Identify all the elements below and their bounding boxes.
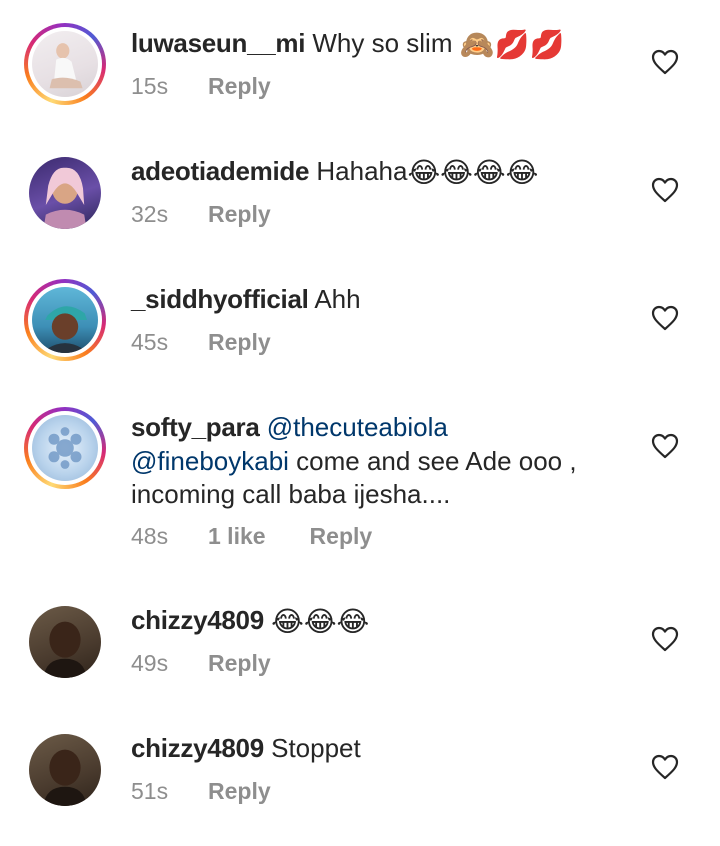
comment-text: luwaseun__mi Why so slim 🙈💋💋 [131,27,631,60]
emoji: 😂😂😂 [271,606,370,637]
username[interactable]: adeotiademide [131,156,309,186]
reply-button[interactable]: Reply [208,73,271,100]
comment-body: come and see Ade ooo , [288,445,577,476]
avatar[interactable] [24,23,106,105]
avatar[interactable] [24,601,106,683]
comment-body: Hahaha [316,156,408,186]
heart-outline-icon[interactable] [651,49,679,75]
comment-meta: 45s Reply [131,329,271,356]
heart-outline-icon[interactable] [651,305,679,331]
comment-meta: 49s Reply [131,650,271,677]
comment-meta: 32s Reply [131,201,271,228]
comment-text: chizzy4809 😂😂😂 [131,604,631,637]
timestamp: 32s [131,201,169,227]
avatar[interactable] [24,279,106,361]
reply-button[interactable]: Reply [208,778,271,805]
comment-text: chizzy4809 Stoppet [131,732,631,765]
mention-link[interactable]: @fineboykabi [131,446,289,476]
username[interactable]: chizzy4809 [131,605,264,635]
heart-outline-icon[interactable] [651,754,679,780]
avatar[interactable] [24,729,106,811]
reply-button[interactable]: Reply [310,523,373,550]
timestamp: 45s [131,329,169,355]
like-count[interactable]: 1 like [208,523,266,550]
mention-link[interactable]: @thecuteabiola [267,412,448,442]
reply-button[interactable]: Reply [208,329,271,356]
emoji: 😂😂😂😂 [407,157,539,188]
emoji: 🙈💋💋 [459,29,565,60]
timestamp: 49s [131,650,169,676]
username[interactable]: chizzy4809 [131,733,264,763]
comment-body-line-2: incoming call baba ijesha.... [131,479,451,509]
heart-outline-icon[interactable] [651,433,679,459]
username[interactable]: _siddhyofficial [131,284,309,314]
reply-button[interactable]: Reply [208,650,271,677]
heart-outline-icon[interactable] [651,177,679,203]
comment-meta: 48s 1 like Reply [131,523,372,550]
comment-text: adeotiademide Hahaha😂😂😂😂 [131,155,631,188]
comment-text: _siddhyofficial Ahh [131,283,631,316]
timestamp: 48s [131,523,169,549]
comment-body: Why so slim [312,28,453,58]
username[interactable]: luwaseun__mi [131,28,305,58]
timestamp: 51s [131,778,169,804]
comment-text: softy_para @thecuteabiola @fineboykabi c… [131,411,631,512]
heart-outline-icon[interactable] [651,626,679,652]
username[interactable]: softy_para [131,412,260,442]
comment-meta: 15s Reply [131,73,271,100]
avatar[interactable] [24,407,106,489]
comment-body: Stoppet [271,733,361,763]
timestamp: 15s [131,73,169,99]
reply-button[interactable]: Reply [208,201,271,228]
avatar[interactable] [24,152,106,234]
comment-meta: 51s Reply [131,778,271,805]
comment-body: Ahh [314,284,361,314]
